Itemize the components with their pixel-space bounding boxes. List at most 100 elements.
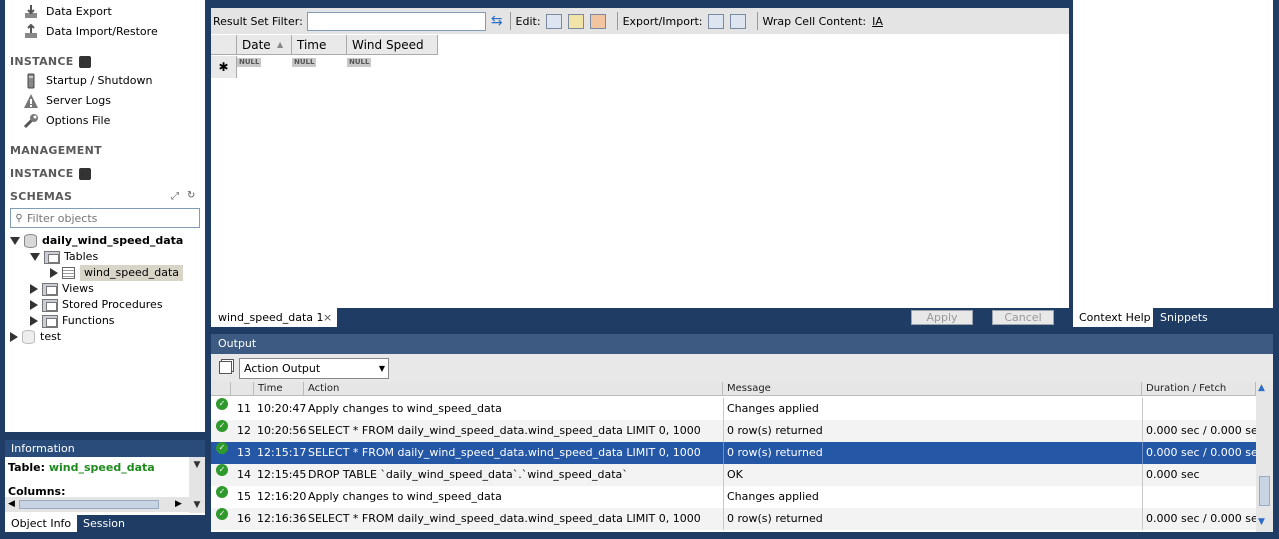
data-export-icon: [23, 4, 39, 20]
null-cell-wind-speed[interactable]: NULL: [347, 58, 372, 67]
row-action: DROP TABLE `daily_wind_speed_data`.`wind…: [308, 468, 628, 481]
wrap-icon[interactable]: IA: [872, 15, 883, 28]
nav-label: Options File: [46, 114, 111, 127]
nav-startup-shutdown[interactable]: Startup / Shutdown: [23, 72, 152, 90]
scroll-thumb[interactable]: [19, 500, 159, 509]
output-row[interactable]: ✓ 11 10:20:47 Apply changes to wind_speed_d…: [211, 398, 1256, 420]
info-hscrollbar[interactable]: ◀ ▶: [5, 497, 189, 512]
output-mode-select[interactable]: Action Output ▼: [239, 358, 389, 379]
tree-table-wind-speed[interactable]: wind_speed_data: [50, 265, 184, 281]
expand-icon[interactable]: ⤢: [171, 191, 179, 202]
scroll-down-icon[interactable]: ▼: [1258, 517, 1265, 527]
header-duration[interactable]: Duration / Fetch: [1142, 382, 1256, 396]
column-header-time[interactable]: Time: [292, 35, 347, 55]
close-icon[interactable]: ×: [323, 308, 332, 327]
tree-views[interactable]: Views: [30, 281, 94, 297]
table-icon: [62, 267, 75, 279]
header-action[interactable]: Action: [304, 382, 723, 396]
tree-schema-test[interactable]: test: [10, 329, 61, 345]
insert-row-icon[interactable]: [567, 13, 584, 29]
column-label: Date: [242, 38, 271, 52]
output-scrollbar[interactable]: ▲ ▼: [1256, 382, 1273, 532]
edit-row-icon[interactable]: [545, 13, 562, 29]
success-icon: ✓: [216, 442, 228, 454]
tab-context-help[interactable]: Context Help: [1073, 308, 1153, 327]
expand-arrow-icon[interactable]: [50, 268, 58, 278]
filter-input[interactable]: [27, 211, 195, 225]
scroll-thumb[interactable]: [1259, 476, 1270, 506]
nav-options-file[interactable]: Options File: [23, 112, 110, 130]
nav-data-export[interactable]: Data Export: [23, 3, 112, 21]
delete-row-icon[interactable]: [589, 13, 606, 29]
nav-data-import[interactable]: Data Import/Restore: [23, 23, 158, 41]
row-duration: 0.000 sec: [1146, 468, 1200, 481]
result-filter-input[interactable]: [306, 11, 486, 31]
row-message: Changes applied: [727, 402, 819, 415]
tab-object-info[interactable]: Object Info: [5, 515, 77, 532]
collapse-icon[interactable]: [10, 237, 20, 245]
scroll-down-icon[interactable]: ▼: [189, 457, 205, 473]
row-time: 10:20:47: [257, 402, 307, 415]
row-message: OK: [727, 468, 743, 481]
success-icon: ✓: [216, 508, 228, 520]
nav-label: Data Import/Restore: [46, 25, 158, 38]
row-number: 16: [237, 512, 251, 525]
scroll-left-icon[interactable]: ◀: [8, 497, 15, 512]
expand-arrow-icon[interactable]: [30, 300, 38, 310]
header-time[interactable]: Time: [254, 382, 304, 396]
tab-snippets[interactable]: Snippets: [1160, 308, 1208, 327]
tab-result-1[interactable]: wind_speed_data 1 ×: [211, 308, 337, 327]
cancel-button[interactable]: Cancel: [992, 310, 1054, 325]
cell-divider: [1142, 398, 1143, 420]
search-icon: ⚲: [15, 212, 23, 224]
context-panel: [1073, 0, 1273, 308]
output-toolbar: Action Output ▼: [211, 354, 1273, 382]
output-row[interactable]: ✓ 16 12:16:36 SELECT * FROM daily_wind_spee…: [211, 508, 1264, 530]
result-tabs: wind_speed_data 1 × Apply Cancel: [211, 308, 1069, 327]
apply-button[interactable]: Apply: [911, 310, 973, 325]
schema-name: test: [40, 330, 62, 343]
row-number: 11: [237, 402, 251, 415]
column-header-date[interactable]: Date ▲: [237, 35, 292, 55]
copy-icon[interactable]: [219, 361, 232, 374]
collapse-icon[interactable]: [30, 253, 40, 261]
tree-functions[interactable]: Functions: [30, 313, 115, 329]
tree-label: Views: [62, 282, 94, 295]
expand-arrow-icon[interactable]: [10, 332, 18, 342]
cell-divider: [723, 486, 724, 508]
output-row[interactable]: ✓ 12 10:20:56 SELECT * FROM daily_wind_spee…: [211, 420, 1264, 442]
header-status: [211, 382, 231, 396]
instance-icon: [78, 55, 91, 68]
expand-arrow-icon[interactable]: [30, 284, 38, 294]
heading-text: INSTANCE: [10, 55, 74, 68]
refresh-filter-icon[interactable]: ⇆: [491, 13, 503, 29]
column-header-wind-speed[interactable]: Wind Speed: [347, 35, 438, 55]
output-row[interactable]: ✓ 13 12:15:17 SELECT * FROM daily_wind_spee…: [211, 442, 1264, 464]
tab-label: wind_speed_data 1: [218, 311, 324, 324]
separator: [616, 12, 618, 30]
output-row[interactable]: ✓ 14 12:15:45 DROP TABLE `daily_wind_speed_…: [211, 464, 1256, 486]
chevron-down-icon[interactable]: ▼: [379, 359, 385, 378]
info-scrollbar[interactable]: ▼ ▼: [189, 457, 205, 513]
scroll-up-icon[interactable]: ▲: [1258, 383, 1265, 393]
tree-tables[interactable]: Tables: [30, 249, 98, 265]
result-grid[interactable]: Date ▲ Time Wind Speed ✱ NULL NULL NULL: [211, 34, 1069, 308]
refresh-icon[interactable]: ↻: [187, 190, 196, 201]
scroll-right-icon[interactable]: ▶: [175, 497, 182, 512]
output-header: Output: [211, 334, 1273, 354]
tree-procedures[interactable]: Stored Procedures: [30, 297, 163, 313]
import-icon[interactable]: [729, 13, 746, 29]
tree-schema-daily[interactable]: daily_wind_speed_data: [10, 233, 183, 249]
cell-divider: [723, 508, 724, 530]
null-cell-date[interactable]: NULL: [237, 58, 262, 67]
expand-arrow-icon[interactable]: [30, 316, 38, 326]
row-time: 12:16:20: [257, 490, 307, 503]
scroll-down-icon[interactable]: ▼: [189, 497, 205, 513]
null-cell-time[interactable]: NULL: [292, 58, 317, 67]
separator: [509, 12, 511, 30]
output-row[interactable]: ✓ 15 12:16:20 Apply changes to wind_speed_d…: [211, 486, 1256, 508]
export-icon[interactable]: [707, 13, 724, 29]
header-message[interactable]: Message: [723, 382, 1142, 396]
nav-server-logs[interactable]: Server Logs: [23, 92, 111, 110]
tab-session[interactable]: Session: [83, 515, 125, 532]
